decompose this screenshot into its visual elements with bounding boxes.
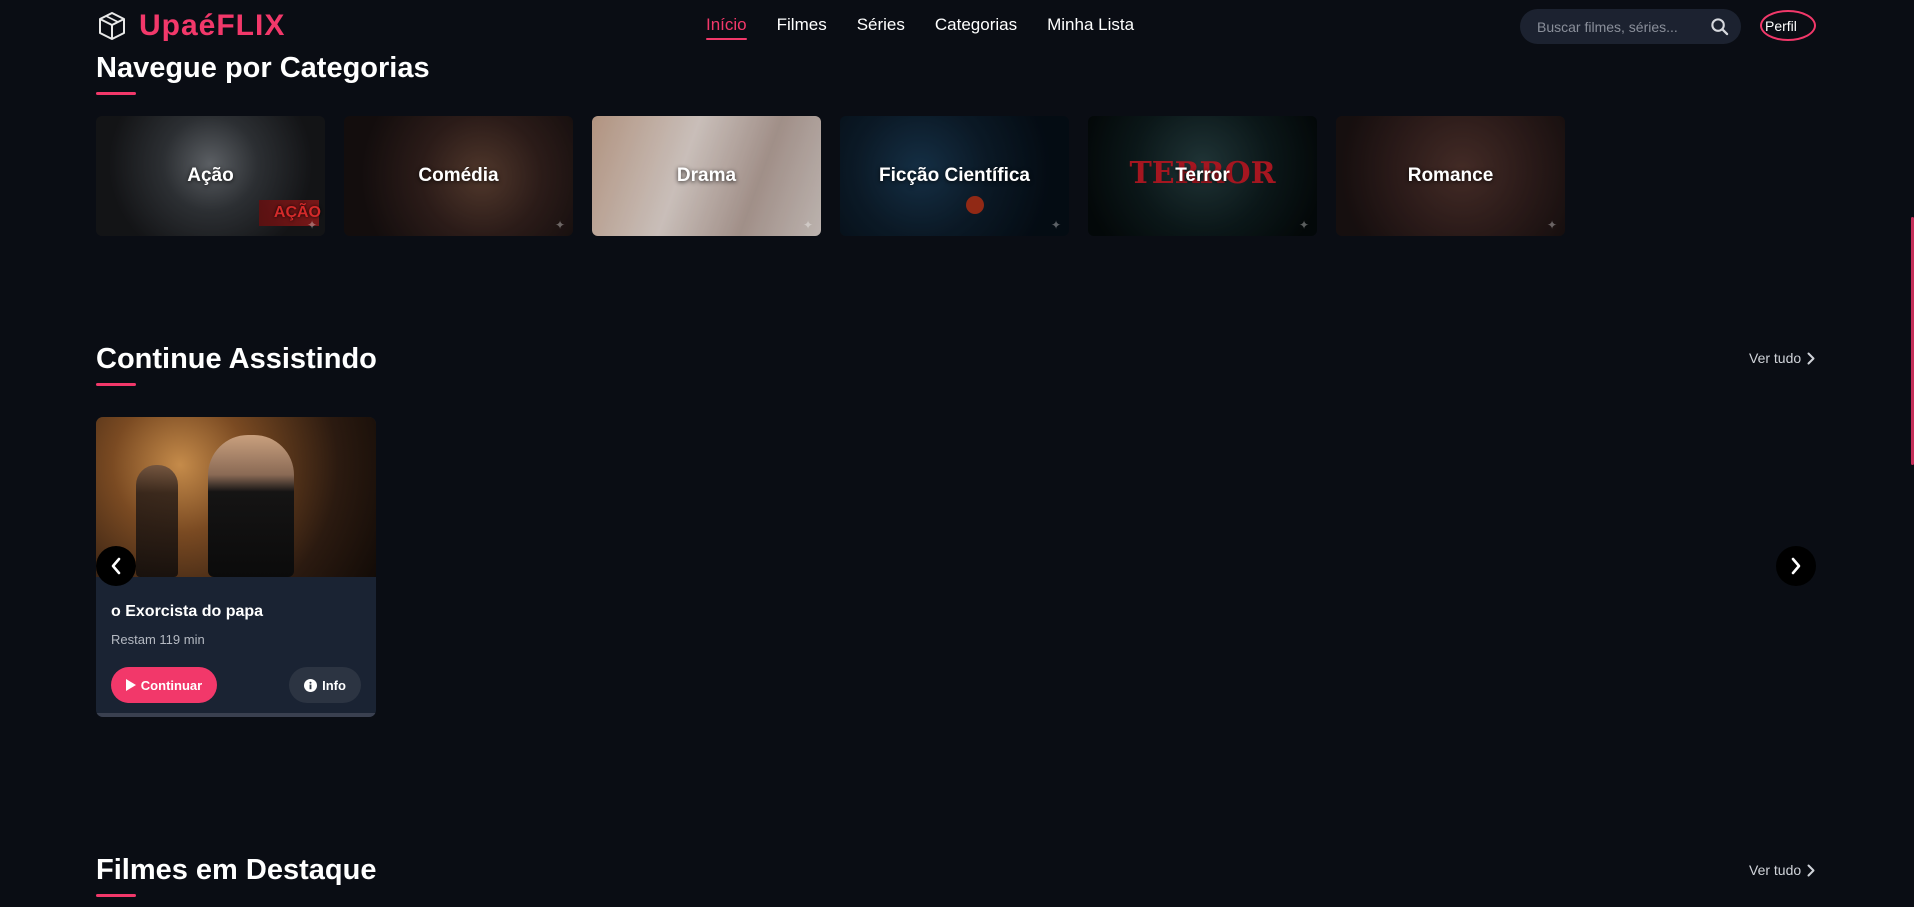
nav-item-minha-lista[interactable]: Minha Lista bbox=[1047, 14, 1134, 36]
nav-item-categorias[interactable]: Categorias bbox=[935, 14, 1017, 36]
sparkle-icon: ✦ bbox=[1298, 218, 1309, 232]
category-card-drama[interactable]: Drama ✦ bbox=[592, 116, 821, 236]
continue-watching-title-underline bbox=[96, 383, 136, 386]
info-button-label: Info bbox=[322, 677, 346, 693]
featured-see-all-link[interactable]: Ver tudo bbox=[1749, 862, 1815, 878]
chevron-right-icon bbox=[1807, 864, 1815, 876]
sparkle-icon: ✦ bbox=[802, 218, 813, 232]
search-input[interactable] bbox=[1535, 17, 1709, 36]
sparkle-icon: ✦ bbox=[1050, 218, 1061, 232]
category-card-terror[interactable]: TERROR Terror ✦ bbox=[1088, 116, 1317, 236]
play-icon bbox=[125, 679, 136, 691]
chevron-left-icon bbox=[111, 557, 121, 575]
sparkle-icon: ✦ bbox=[1546, 218, 1557, 232]
category-card-acao[interactable]: Ação AÇÃO ✦ bbox=[96, 116, 325, 236]
thumbnail-figure bbox=[208, 435, 294, 577]
see-all-label: Ver tudo bbox=[1749, 350, 1802, 366]
category-label: Romance bbox=[1407, 165, 1494, 186]
sparkle-icon: ✦ bbox=[554, 218, 565, 232]
brand-name: UpaéFLIX bbox=[139, 9, 286, 42]
category-list: Ação AÇÃO ✦ Comédia ✦ Drama ✦ Ficção Cie… bbox=[96, 116, 1584, 236]
time-remaining: Restam 119 min bbox=[111, 632, 205, 647]
sparkle-icon: ✦ bbox=[306, 218, 317, 232]
category-card-ficcao-cientifica[interactable]: Ficção Científica ✦ bbox=[840, 116, 1069, 236]
category-card-romance[interactable]: Romance ✦ bbox=[1336, 116, 1565, 236]
avatar-alt-text: Perfil bbox=[1765, 17, 1797, 34]
category-label: Terror bbox=[1175, 165, 1230, 186]
category-label: Drama bbox=[676, 165, 737, 186]
featured-title-underline bbox=[96, 894, 136, 897]
thumbnail-figure bbox=[136, 465, 178, 577]
categories-title: Navegue por Categorias bbox=[96, 52, 430, 84]
nav-item-series[interactable]: Séries bbox=[857, 14, 905, 36]
categories-title-underline bbox=[96, 92, 136, 95]
nav-item-inicio[interactable]: Início bbox=[706, 14, 747, 40]
chevron-right-icon bbox=[1807, 352, 1815, 364]
category-card-comedia[interactable]: Comédia ✦ bbox=[344, 116, 573, 236]
carousel-next-button[interactable] bbox=[1776, 546, 1816, 586]
continue-watching-see-all-link[interactable]: Ver tudo bbox=[1749, 350, 1815, 366]
profile-avatar[interactable]: Perfil bbox=[1760, 10, 1816, 41]
info-button[interactable]: Info bbox=[289, 667, 361, 703]
top-navbar: UpaéFLIX Início Filmes Séries Categorias… bbox=[0, 0, 1914, 52]
watch-progress-bar bbox=[96, 713, 376, 717]
box-icon bbox=[99, 12, 125, 40]
continue-watching-title: Continue Assistindo bbox=[96, 343, 377, 375]
search-box bbox=[1520, 9, 1741, 44]
nav-item-filmes[interactable]: Filmes bbox=[777, 14, 827, 36]
featured-title: Filmes em Destaque bbox=[96, 854, 377, 886]
continue-button-label: Continuar bbox=[140, 677, 203, 693]
carousel-prev-button[interactable] bbox=[96, 546, 136, 586]
search-icon[interactable] bbox=[1710, 17, 1729, 36]
info-icon bbox=[304, 678, 318, 692]
see-all-label: Ver tudo bbox=[1749, 862, 1802, 878]
category-label: Comédia bbox=[418, 165, 499, 186]
chevron-right-icon bbox=[1791, 557, 1801, 575]
continue-button[interactable]: Continuar bbox=[111, 667, 217, 703]
movie-title: o Exorcista do papa bbox=[111, 603, 264, 620]
logo[interactable]: UpaéFLIX bbox=[96, 8, 285, 44]
continue-watching-card[interactable]: o Exorcista do papa Restam 119 min Conti… bbox=[96, 417, 376, 717]
movie-thumbnail[interactable] bbox=[96, 417, 376, 577]
category-label: Ação bbox=[187, 165, 234, 186]
category-label: Ficção Científica bbox=[879, 165, 1030, 186]
main-nav: Início Filmes Séries Categorias Minha Li… bbox=[706, 14, 1164, 40]
